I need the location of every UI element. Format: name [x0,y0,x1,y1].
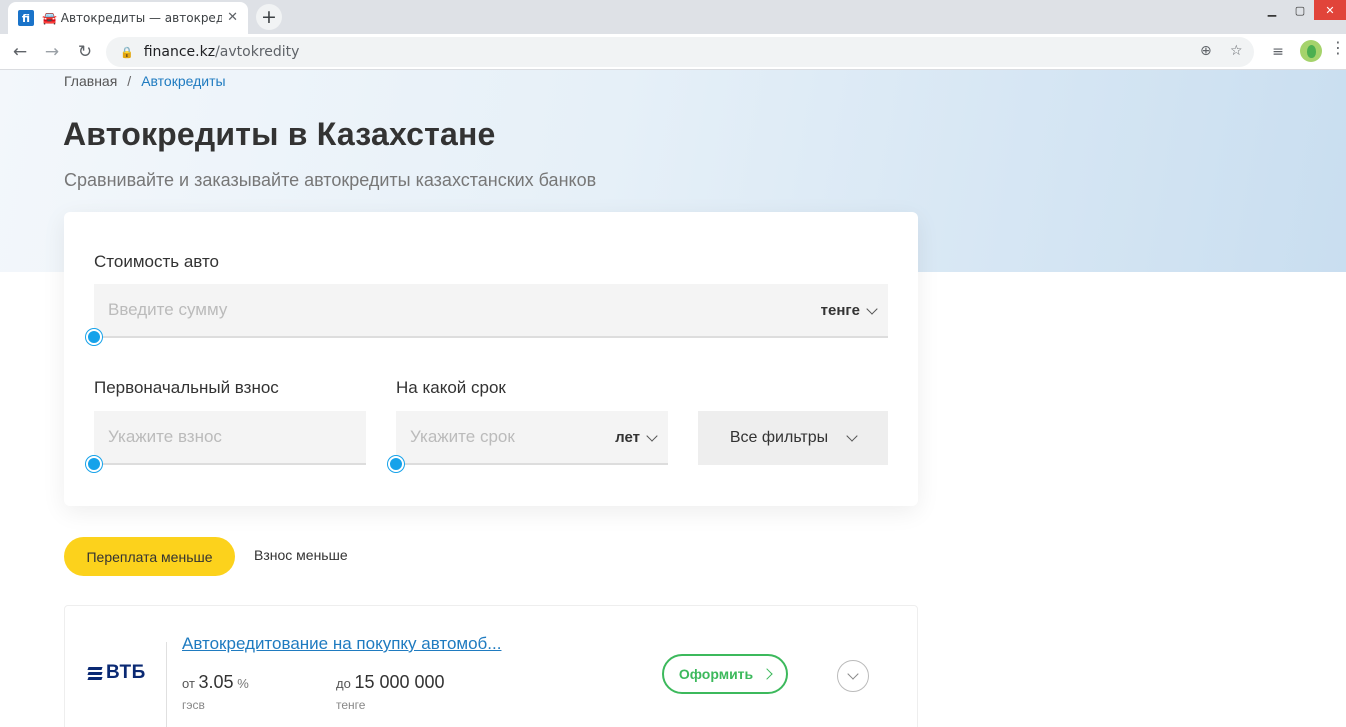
chevron-down-icon [847,668,859,680]
star-icon[interactable]: ☆ [1230,43,1243,59]
playlist-icon[interactable]: ≡ [1266,40,1290,64]
site-favicon-icon: fi [18,10,34,26]
offer-title-link[interactable]: Автокредитование на покупку автомоб... [182,634,501,654]
term-slider-handle[interactable] [388,456,404,472]
term-unit-dropdown[interactable]: лет [615,429,658,446]
tab-close-icon[interactable]: ✕ [227,10,238,25]
bank-name: ВТБ [106,662,146,683]
rate-caption: гэсв [182,698,205,712]
down-payment-input[interactable]: Укажите взнос [94,411,366,465]
forward-arrow-icon[interactable]: → [40,40,64,64]
apply-button[interactable]: Оформить [662,654,788,694]
chevron-down-icon [846,430,858,442]
breadcrumb-home[interactable]: Главная [64,73,117,89]
currency-dropdown[interactable]: тенге [820,302,878,319]
divider [166,642,167,727]
reload-icon[interactable]: ↻ [73,40,97,64]
window-minimize-icon[interactable]: ▁ [1258,0,1286,20]
browser-tabbar: fi 🚘 Автокредиты — автокредиты ✕ + ▁ ▢ ✕ [0,0,1346,34]
all-filters-label: Все фильтры [729,429,829,446]
offer-card: ВТБ Автокредитование на покупку автомоб.… [64,605,918,727]
term-placeholder: Укажите срок [410,427,515,446]
currency-label: тенге [820,302,860,319]
tab-title: 🚘 Автокредиты — автокредиты [42,11,222,25]
term-input[interactable]: Укажите срок лет [396,411,668,465]
kebab-menu-icon[interactable]: ⋮ [1330,38,1346,57]
breadcrumb: Главная / Автокредиты [64,73,226,89]
car-price-slider-handle[interactable] [86,329,102,345]
expand-offer-button[interactable] [837,660,869,692]
amount-value: до 15 000 000 [336,672,445,692]
url-text: finance.kz/avtokredity [143,44,300,60]
window-maximize-icon[interactable]: ▢ [1286,0,1314,20]
car-price-input[interactable]: Введите сумму тенге [94,284,888,338]
bank-logo: ВТБ [87,662,146,684]
browser-tab[interactable]: fi 🚘 Автокредиты — автокредиты ✕ [8,2,248,34]
window-close-icon[interactable]: ✕ [1314,0,1346,20]
car-price-placeholder: Введите сумму [108,300,228,319]
lock-icon[interactable]: 🔒 [120,46,134,59]
new-tab-button[interactable]: + [256,4,282,30]
page-subtitle: Сравнивайте и заказывайте автокредиты ка… [64,170,597,190]
breadcrumb-current[interactable]: Автокредиты [141,73,225,89]
rate-value: от 3.05 % [182,672,249,692]
apply-label: Оформить [678,666,754,682]
sort-overpayment-button[interactable]: Переплата меньше [64,537,235,576]
address-bar[interactable]: 🔒 finance.kz/avtokredity ⊕ ☆ [106,37,1254,67]
breadcrumb-separator: / [127,73,132,89]
term-label: На какой срок [396,378,506,397]
chevron-right-icon [761,668,773,680]
down-payment-placeholder: Укажите взнос [108,427,222,446]
avatar-icon[interactable] [1300,40,1322,62]
sort-downpayment-button[interactable]: Взнос меньше [254,547,348,563]
down-payment-slider-handle[interactable] [86,456,102,472]
vtb-stripes-icon [87,666,103,680]
back-arrow-icon[interactable]: ← [8,40,32,64]
filter-card: Стоимость авто Введите сумму тенге Перво… [64,212,918,506]
page-title: Автокредиты в Казахстане [63,116,496,152]
browser-toolbar: ← → ↻ 🔒 finance.kz/avtokredity ⊕ ☆ ≡ ⋮ [0,34,1346,70]
zoom-icon[interactable]: ⊕ [1200,43,1212,59]
chevron-down-icon [646,429,658,442]
chevron-down-icon [866,302,878,315]
term-unit-label: лет [615,429,640,446]
amount-caption: тенге [336,698,366,712]
car-price-label: Стоимость авто [94,252,219,271]
down-payment-label: Первоначальный взнос [94,378,279,397]
all-filters-button[interactable]: Все фильтры [698,411,888,465]
